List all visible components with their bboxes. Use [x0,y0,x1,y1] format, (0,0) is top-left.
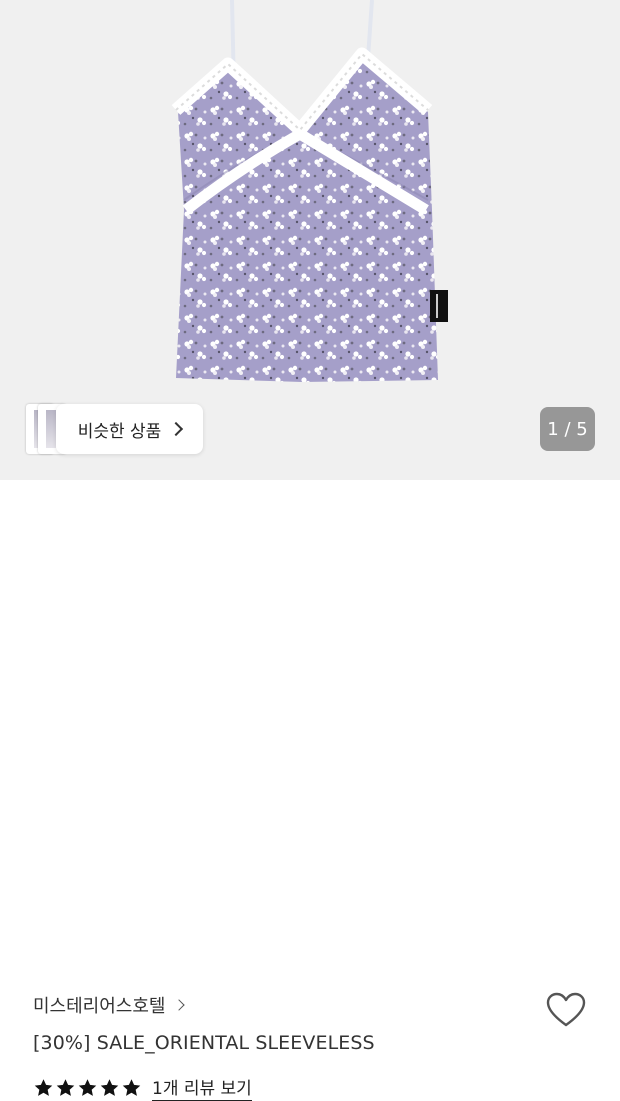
product-title: [30%] SALE_ORIENTAL SLEEVELESS [33,1032,375,1054]
product-info: 미스테리어스호텔 [30%] SALE_ORIENTAL SLEEVELESS … [0,480,620,1101]
similar-products-button[interactable]: 비슷한 상품 [56,404,203,454]
chevron-right-icon [173,999,186,1011]
heart-outline-icon[interactable] [546,992,586,1028]
similar-products-label: 비슷한 상품 [77,421,162,442]
review-link[interactable]: 1개 리뷰 보기 [152,1074,252,1101]
brand-link[interactable]: 미스테리어스호텔 [33,992,186,1018]
product-image-gallery[interactable]: 비슷한 상품 1 / 5 [0,0,620,480]
star-icon [56,1078,75,1096]
star-icon [78,1078,97,1096]
image-page-counter: 1 / 5 [540,407,595,451]
chevron-right-icon [169,421,184,437]
star-rating [33,1078,142,1098]
star-icon [122,1078,141,1096]
star-icon [34,1078,53,1096]
star-icon [100,1078,119,1096]
brand-name: 미스테리어스호텔 [33,996,166,1017]
rating-row: 1개 리뷰 보기 [33,1074,252,1101]
